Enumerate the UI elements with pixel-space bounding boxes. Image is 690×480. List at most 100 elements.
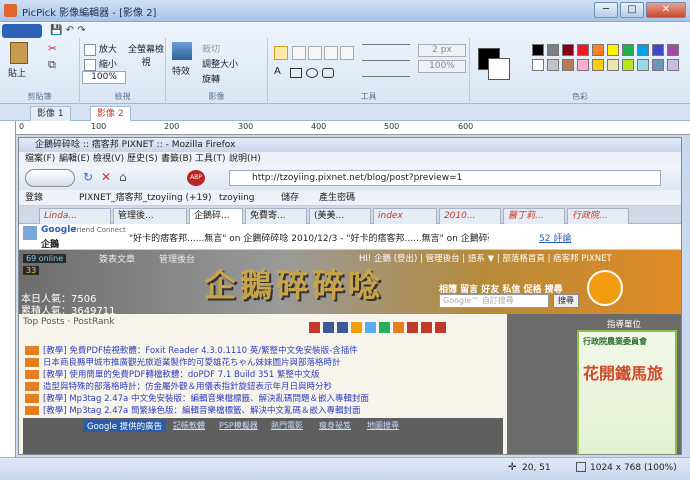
zoom-out-button[interactable]: 縮小 [84,57,117,71]
menu-bookmarks[interactable]: 書籤(B) [161,152,192,166]
browser-tab[interactable]: (美美... [309,208,371,224]
pixnet-icon[interactable] [421,322,432,333]
ad-link[interactable]: 瘦身祕笈 [319,420,351,431]
quick-save-icon[interactable]: 💾 ↶ ↷ [50,25,86,36]
bookmark-icon[interactable] [393,322,404,333]
effects-button[interactable]: 特效 [172,64,190,77]
blog-nav-admin[interactable]: 管理後台 [159,252,195,265]
file-menu-button[interactable] [2,24,42,38]
color-swatch[interactable] [667,44,679,56]
list-item[interactable]: [教學] Mp3tag 2.47a 中文免安裝版：編輯音樂檔標籤、解決亂碼問題＆… [25,392,369,404]
menu-history[interactable]: 歷史(S) [127,152,158,166]
stop-icon[interactable]: ✕ [101,170,111,184]
blog-login-links[interactable]: HI! 企鵝 (登出) | 管理後台 | 語系 ▼ | 部落格首頁 | 痞客邦 … [359,252,612,264]
url-bar[interactable]: http://tzoyiing.pixnet.net/blog/post?pre… [229,170,661,186]
color-swatch[interactable] [607,59,619,71]
menu-view[interactable]: 檢視(V) [93,152,124,166]
rounded-rect-tool-icon[interactable] [322,68,334,78]
select-tool-icon[interactable] [274,46,288,60]
resize-button[interactable]: 調整大小 [202,57,238,70]
sidebar-ad-banner[interactable]: 行政院農業委員會 花開鐵馬旅 [577,330,677,454]
list-item[interactable]: [教學] 使用簡單的免費PDF轉檔軟體：doPDF 7.1 Build 351 … [25,368,319,380]
line-style-1[interactable] [362,44,410,45]
zoom-select[interactable]: 100% [82,71,126,84]
pencil-tool-icon[interactable] [308,46,322,60]
post-link[interactable]: 日本商良縣甲城市推廣觀光旅遊業製作的可愛雄花ちゃん妹妹圖片與部落格時計 [43,358,341,368]
cut-icon[interactable]: ✂ [48,42,57,55]
opacity-select[interactable]: 100% [418,60,466,73]
plurk-icon[interactable] [379,322,390,333]
text-tool-icon[interactable]: A [274,66,281,77]
bookmark-save[interactable]: 儲存 [281,190,299,206]
back-forward-icon[interactable] [25,169,75,187]
color-swatch[interactable] [547,44,559,56]
rss-icon[interactable] [587,270,623,306]
color-swatch[interactable] [592,44,604,56]
bookmark-tzoyiing[interactable]: tzoyiing [219,190,255,206]
color-swatch[interactable] [667,59,679,71]
browser-tab[interactable]: 2010... [439,208,501,224]
adblock-icon[interactable]: ABP [187,170,205,186]
color-swatch[interactable] [637,59,649,71]
browser-tab[interactable]: index [373,208,437,224]
ellipse-tool-icon[interactable] [306,68,318,78]
crop-button[interactable]: 裁切 [202,42,220,55]
browser-tab[interactable]: 免費寄... [245,208,307,224]
post-link[interactable]: 造型與特殊的部落格時計：仿金屬外觀＆用儀表指針旋鈕表示年月日與時分秒 [43,382,332,392]
facebook-icon[interactable] [323,322,334,333]
gfc-comments-link[interactable]: 52 評論 [539,231,571,244]
menu-file[interactable]: 檔案(F) [25,152,55,166]
color-swatch[interactable] [577,44,589,56]
color-swatch[interactable] [532,59,544,71]
gfc-activity[interactable]: "好卡的痞客邦......無言" on 企鵝碎碎唸 2010/12/3 - "好… [129,231,489,244]
post-link[interactable]: [教學] 免費PDF檢視軟體：Foxit Reader 4.3.0.1110 英… [43,346,358,356]
menu-tools[interactable]: 工具(T) [195,152,226,166]
fullscreen-button[interactable]: 全螢幕檢視 [128,42,164,68]
close-button[interactable]: ✕ [646,2,686,18]
color-swatch[interactable] [607,44,619,56]
color-swatch[interactable] [652,59,664,71]
tab-image-2[interactable]: 影像 2 [90,106,131,121]
line-style-3[interactable] [362,76,410,77]
crop-tool-icon[interactable] [292,46,306,60]
share-icon[interactable] [309,322,320,333]
minimize-button[interactable]: ─ [594,2,618,18]
rss-icon[interactable] [351,322,362,333]
color-swatch[interactable] [652,44,664,56]
color-swatch[interactable] [592,59,604,71]
secondary-color-swatch[interactable] [488,58,510,80]
browser-tab[interactable]: Linda... [39,208,111,224]
post-link[interactable]: [教學] Mp3tag 2.47a 中文免安裝版：編輯音樂檔標籤、解決亂碼問題＆… [43,394,369,404]
bookmark-login[interactable]: 登錄 [25,190,43,206]
ad-link[interactable]: 記帳軟體 [173,420,205,431]
blog-search-input[interactable]: Google™ 自訂搜尋 [439,294,549,308]
home-icon[interactable]: ⌂ [119,170,127,184]
pixnet-icon[interactable] [407,322,418,333]
menu-edit[interactable]: 編輯(E) [59,152,90,166]
color-swatch[interactable] [622,59,634,71]
browser-tab[interactable]: 行政院... [567,208,629,224]
list-item[interactable]: [教學] 免費PDF檢視軟體：Foxit Reader 4.3.0.1110 英… [25,344,358,356]
bookmark-password[interactable]: 產生密碼 [319,190,355,206]
color-swatch[interactable] [547,59,559,71]
brush-size-select[interactable]: 2 px [418,44,466,57]
image-canvas[interactable]: 企鵝碎碎唸 :: 痞客邦 PIXNET :: - Mozilla Firefox… [18,137,682,455]
rectangle-tool-icon[interactable] [290,68,302,78]
ad-link[interactable]: 熱門電影 [271,420,303,431]
line-style-2[interactable] [362,60,410,61]
color-swatch[interactable] [577,59,589,71]
list-item[interactable]: 日本商良縣甲城市推廣觀光旅遊業製作的可愛雄花ちゃん妹妹圖片與部落格時計 [25,356,341,368]
paste-button[interactable]: 貼上 [8,66,26,79]
menu-help[interactable]: 說明(H) [229,152,261,166]
browser-tab[interactable]: 管理後... [113,208,187,224]
eraser-tool-icon[interactable] [340,46,354,60]
color-swatch[interactable] [532,44,544,56]
list-item[interactable]: [教學] Mp3tag 2.47a 簡繁綠色版：編輯音樂檔標籤、解決中文亂碼＆嵌… [25,404,360,416]
brush-tool-icon[interactable] [324,46,338,60]
rotate-button[interactable]: 旋轉 [202,72,220,85]
pixnet-icon[interactable] [435,322,446,333]
ad-link[interactable]: 地圖搜尋 [367,420,399,431]
reload-icon[interactable]: ↻ [83,170,93,184]
color-swatch[interactable] [562,44,574,56]
tab-image-1[interactable]: 影像 1 [30,106,71,121]
